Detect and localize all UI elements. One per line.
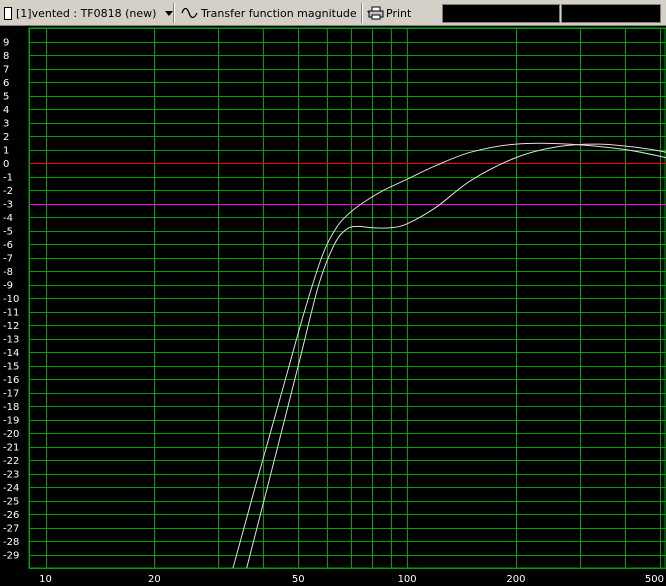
series-line-1 [232,142,666,568]
y-tick-label: -16 [3,375,19,386]
print-button[interactable]: Print [368,3,411,23]
y-tick-label: 5 [3,92,9,103]
y-tick-label: -8 [3,267,13,278]
document-label: [1]vented : TF0818 (new) [16,6,157,20]
y-tick-label: -26 [3,510,19,521]
y-tick-label: -12 [3,321,19,332]
y-tick-label: -19 [3,416,19,427]
x-tick-label: 100 [398,574,417,585]
y-tick-label: -29 [3,551,19,562]
document-icon [4,6,12,20]
y-tick-label: 4 [3,105,9,116]
print-label: Print [386,6,412,20]
y-tick-label: -25 [3,497,19,508]
x-tick-label: 10 [39,574,52,585]
y-tick-label: -20 [3,429,19,440]
y-tick-label: -5 [3,227,13,238]
y-tick-label: -7 [3,254,13,265]
y-tick-label: -27 [3,524,19,535]
view-selector[interactable]: Transfer function magnitude [181,3,375,23]
printer-icon [368,6,384,20]
transfer-function-chart[interactable]: 9876543210-1-2-3-4-5-6-7-8-9-10-11-12-13… [0,26,666,586]
toolbar: [1]vented : TF0818 (new) Transfer functi… [0,0,666,26]
y-tick-label: 7 [3,65,9,76]
y-tick-label: -21 [3,443,19,454]
chart-area[interactable]: 9 8 7 6 5 4 3 2 1 0 -1 -2 -3 -4 -5 -6 -7 -8 -9 -10 -11 -12 -13… [0,26,666,586]
document-selector[interactable]: [1]vented : TF0818 (new) [4,3,174,23]
y-tick-label: -17 [3,389,19,400]
y-tick-label: -22 [3,456,19,467]
y-tick-label: -6 [3,240,13,251]
y-tick-label: -2 [3,186,13,197]
y-tick-label: 1 [3,146,9,157]
y-tick-label: -23 [3,470,19,481]
y-tick-label: -11 [3,308,19,319]
y-tick-label: -28 [3,537,19,548]
view-label: Transfer function magnitude [201,6,357,20]
status-field [561,4,661,23]
y-tick-label: 6 [3,78,9,89]
series-line-2 [246,143,666,568]
x-tick-label: 50 [292,574,305,585]
y-tick-label: -13 [3,335,19,346]
status-field [442,4,560,23]
y-tick-label: -9 [3,281,13,292]
y-tick-label: 2 [3,132,9,143]
y-tick-label: 3 [3,119,9,130]
x-tick-label: 20 [148,574,161,585]
y-tick-label: -24 [3,483,19,494]
y-tick-label: 9 [3,38,9,49]
y-tick-label: 0 [3,159,9,170]
y-tick-label: 8 [3,51,9,62]
y-tick-label: -18 [3,402,19,413]
y-tick-label: -15 [3,362,19,373]
y-tick-label: -3 [3,200,13,211]
y-tick-label: -10 [3,294,19,305]
x-tick-label: 200 [506,574,525,585]
sine-wave-icon [181,7,198,19]
y-tick-label: -4 [3,213,13,224]
y-tick-label: -14 [3,348,19,359]
separator [173,3,175,23]
y-tick-label: -1 [3,173,13,184]
x-tick-label: 500 [645,574,664,585]
separator [361,3,363,23]
